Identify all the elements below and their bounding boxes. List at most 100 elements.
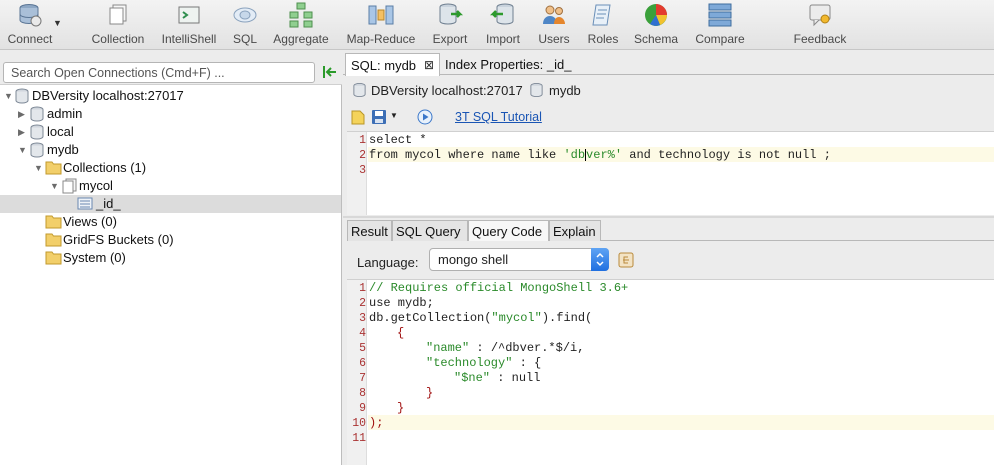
line-number: 6 bbox=[359, 357, 366, 370]
app-window: Connect ▼ Collection IntelliShell SQL Ag… bbox=[0, 0, 994, 465]
code-text: : null bbox=[490, 371, 541, 385]
roles-icon bbox=[590, 2, 616, 28]
aggregate-button[interactable]: Aggregate bbox=[273, 2, 329, 48]
schema-button[interactable]: Schema bbox=[634, 2, 678, 48]
tab-explain[interactable]: Explain bbox=[549, 220, 601, 241]
tab-index-properties[interactable]: Index Properties: _id_ bbox=[440, 53, 576, 75]
split-divider[interactable] bbox=[343, 216, 994, 218]
tab-label: Result bbox=[351, 223, 388, 239]
sql-button[interactable]: SQL bbox=[230, 2, 260, 48]
tree-node-connection[interactable]: ▼ DBVersity localhost:27017 bbox=[0, 87, 341, 105]
search-bar bbox=[0, 51, 342, 85]
expanded-arrow-icon[interactable]: ▼ bbox=[34, 163, 44, 173]
tree-node-system[interactable]: System (0) bbox=[0, 249, 341, 267]
collapse-panel-icon[interactable] bbox=[322, 64, 338, 80]
tab-sql-query[interactable]: SQL Query bbox=[392, 220, 468, 241]
select-arrows-icon bbox=[591, 248, 609, 271]
feedback-button[interactable]: Feedback bbox=[793, 2, 847, 48]
code-line: "name" : /^dbver.*$/i, bbox=[426, 341, 584, 356]
feedback-label: Feedback bbox=[793, 32, 847, 46]
tab-query-code[interactable]: Query Code bbox=[468, 220, 549, 241]
tree-label: mydb bbox=[47, 142, 79, 157]
language-select[interactable]: mongo shell bbox=[429, 248, 609, 271]
folder-icon bbox=[45, 214, 62, 229]
tree-label: admin bbox=[47, 106, 83, 121]
tab-result[interactable]: Result bbox=[347, 220, 392, 241]
export-label: Export bbox=[432, 32, 468, 46]
expanded-arrow-icon[interactable]: ▼ bbox=[4, 91, 14, 101]
tree-node-views[interactable]: Views (0) bbox=[0, 213, 341, 231]
schema-label: Schema bbox=[633, 32, 679, 46]
collapsed-arrow-icon[interactable]: ▶ bbox=[18, 109, 28, 119]
line-number: 10 bbox=[352, 417, 366, 430]
tree-node-db-local[interactable]: ▶ local bbox=[0, 123, 341, 141]
sql-icon bbox=[232, 2, 258, 28]
line-number: 3 bbox=[359, 312, 366, 325]
map-reduce-button[interactable]: Map-Reduce bbox=[346, 2, 416, 48]
users-button[interactable]: Users bbox=[537, 2, 571, 48]
code-line: ); bbox=[369, 416, 384, 430]
breadcrumb-database: mydb bbox=[549, 83, 581, 98]
users-icon bbox=[541, 2, 567, 28]
main-panel: SQL: mydb ⊠ Index Properties: _id_ DBVer… bbox=[343, 51, 994, 465]
collection-button[interactable]: Collection bbox=[91, 2, 145, 48]
tree-node-collection-mycol[interactable]: ▼ mycol bbox=[0, 177, 341, 195]
sql-tutorial-link[interactable]: 3T SQL Tutorial bbox=[455, 110, 542, 124]
connect-dropdown-icon[interactable]: ▼ bbox=[53, 18, 62, 28]
tree-label: GridFS Buckets (0) bbox=[63, 232, 174, 247]
shell-icon bbox=[176, 2, 202, 28]
tree-node-db-admin[interactable]: ▶ admin bbox=[0, 105, 341, 123]
aggregate-icon bbox=[288, 2, 314, 28]
intellishell-label: IntelliShell bbox=[161, 32, 217, 46]
map-reduce-icon bbox=[368, 2, 394, 28]
save-icon[interactable] bbox=[371, 109, 387, 128]
tree-node-index-id[interactable]: _id_ bbox=[0, 195, 341, 213]
tree-node-collections[interactable]: ▼ Collections (1) bbox=[0, 159, 341, 177]
sql-label: SQL bbox=[232, 32, 257, 46]
connect-label: Connect bbox=[7, 32, 53, 46]
sql-line-1: select * bbox=[369, 133, 427, 148]
sql-editor[interactable]: 1 2 3 select * from mycol where name lik… bbox=[347, 131, 994, 215]
line-number: 2 bbox=[359, 297, 366, 310]
collapsed-arrow-icon[interactable]: ▶ bbox=[18, 127, 28, 137]
connect-button[interactable]: Connect bbox=[6, 2, 54, 48]
database-icon bbox=[529, 82, 544, 101]
tab-label: SQL: mydb bbox=[351, 57, 417, 73]
execute-icon[interactable] bbox=[417, 109, 433, 128]
close-icon[interactable]: ⊠ bbox=[424, 58, 434, 72]
tab-label: Query Code bbox=[472, 223, 543, 239]
tree-node-gridfs[interactable]: GridFS Buckets (0) bbox=[0, 231, 341, 249]
import-label: Import bbox=[485, 32, 520, 46]
search-connections-input[interactable] bbox=[3, 62, 315, 83]
export-icon bbox=[437, 2, 463, 28]
copy-code-icon[interactable] bbox=[618, 252, 634, 271]
collection-label: Collection bbox=[91, 32, 145, 46]
folder-icon bbox=[45, 160, 62, 175]
compare-button[interactable]: Compare bbox=[695, 2, 745, 48]
tab-sql-mydb[interactable]: SQL: mydb ⊠ bbox=[345, 53, 441, 76]
language-label: Language: bbox=[357, 255, 419, 270]
import-button[interactable]: Import bbox=[485, 2, 521, 48]
code-line: "$ne" : null bbox=[454, 371, 540, 386]
query-code-editor[interactable]: 1 2 3 4 5 6 7 8 9 10 11 // Requires offi… bbox=[347, 279, 994, 465]
schema-pie-icon bbox=[643, 2, 669, 28]
intellishell-button[interactable]: IntelliShell bbox=[161, 2, 217, 48]
code-line: db.getCollection("mycol").find( bbox=[369, 311, 592, 326]
expanded-arrow-icon[interactable]: ▼ bbox=[18, 145, 28, 155]
collection-icon bbox=[105, 2, 131, 28]
index-icon bbox=[77, 196, 93, 211]
code-text: : { bbox=[512, 356, 542, 370]
code-string: "mycol" bbox=[491, 311, 542, 325]
save-dropdown-icon[interactable]: ▼ bbox=[390, 111, 398, 120]
sql-text: and technology is not null ; bbox=[622, 148, 831, 162]
roles-button[interactable]: Roles bbox=[587, 2, 619, 48]
tree-label: _id_ bbox=[96, 196, 121, 211]
line-number: 8 bbox=[359, 387, 366, 400]
expanded-arrow-icon[interactable]: ▼ bbox=[50, 181, 60, 191]
tree-node-db-mydb[interactable]: ▼ mydb bbox=[0, 141, 341, 159]
open-file-icon[interactable] bbox=[351, 109, 365, 128]
code-string: "technology" bbox=[426, 356, 513, 370]
export-button[interactable]: Export bbox=[432, 2, 468, 48]
code-line: } bbox=[397, 401, 405, 415]
tree-label: System (0) bbox=[63, 250, 126, 265]
